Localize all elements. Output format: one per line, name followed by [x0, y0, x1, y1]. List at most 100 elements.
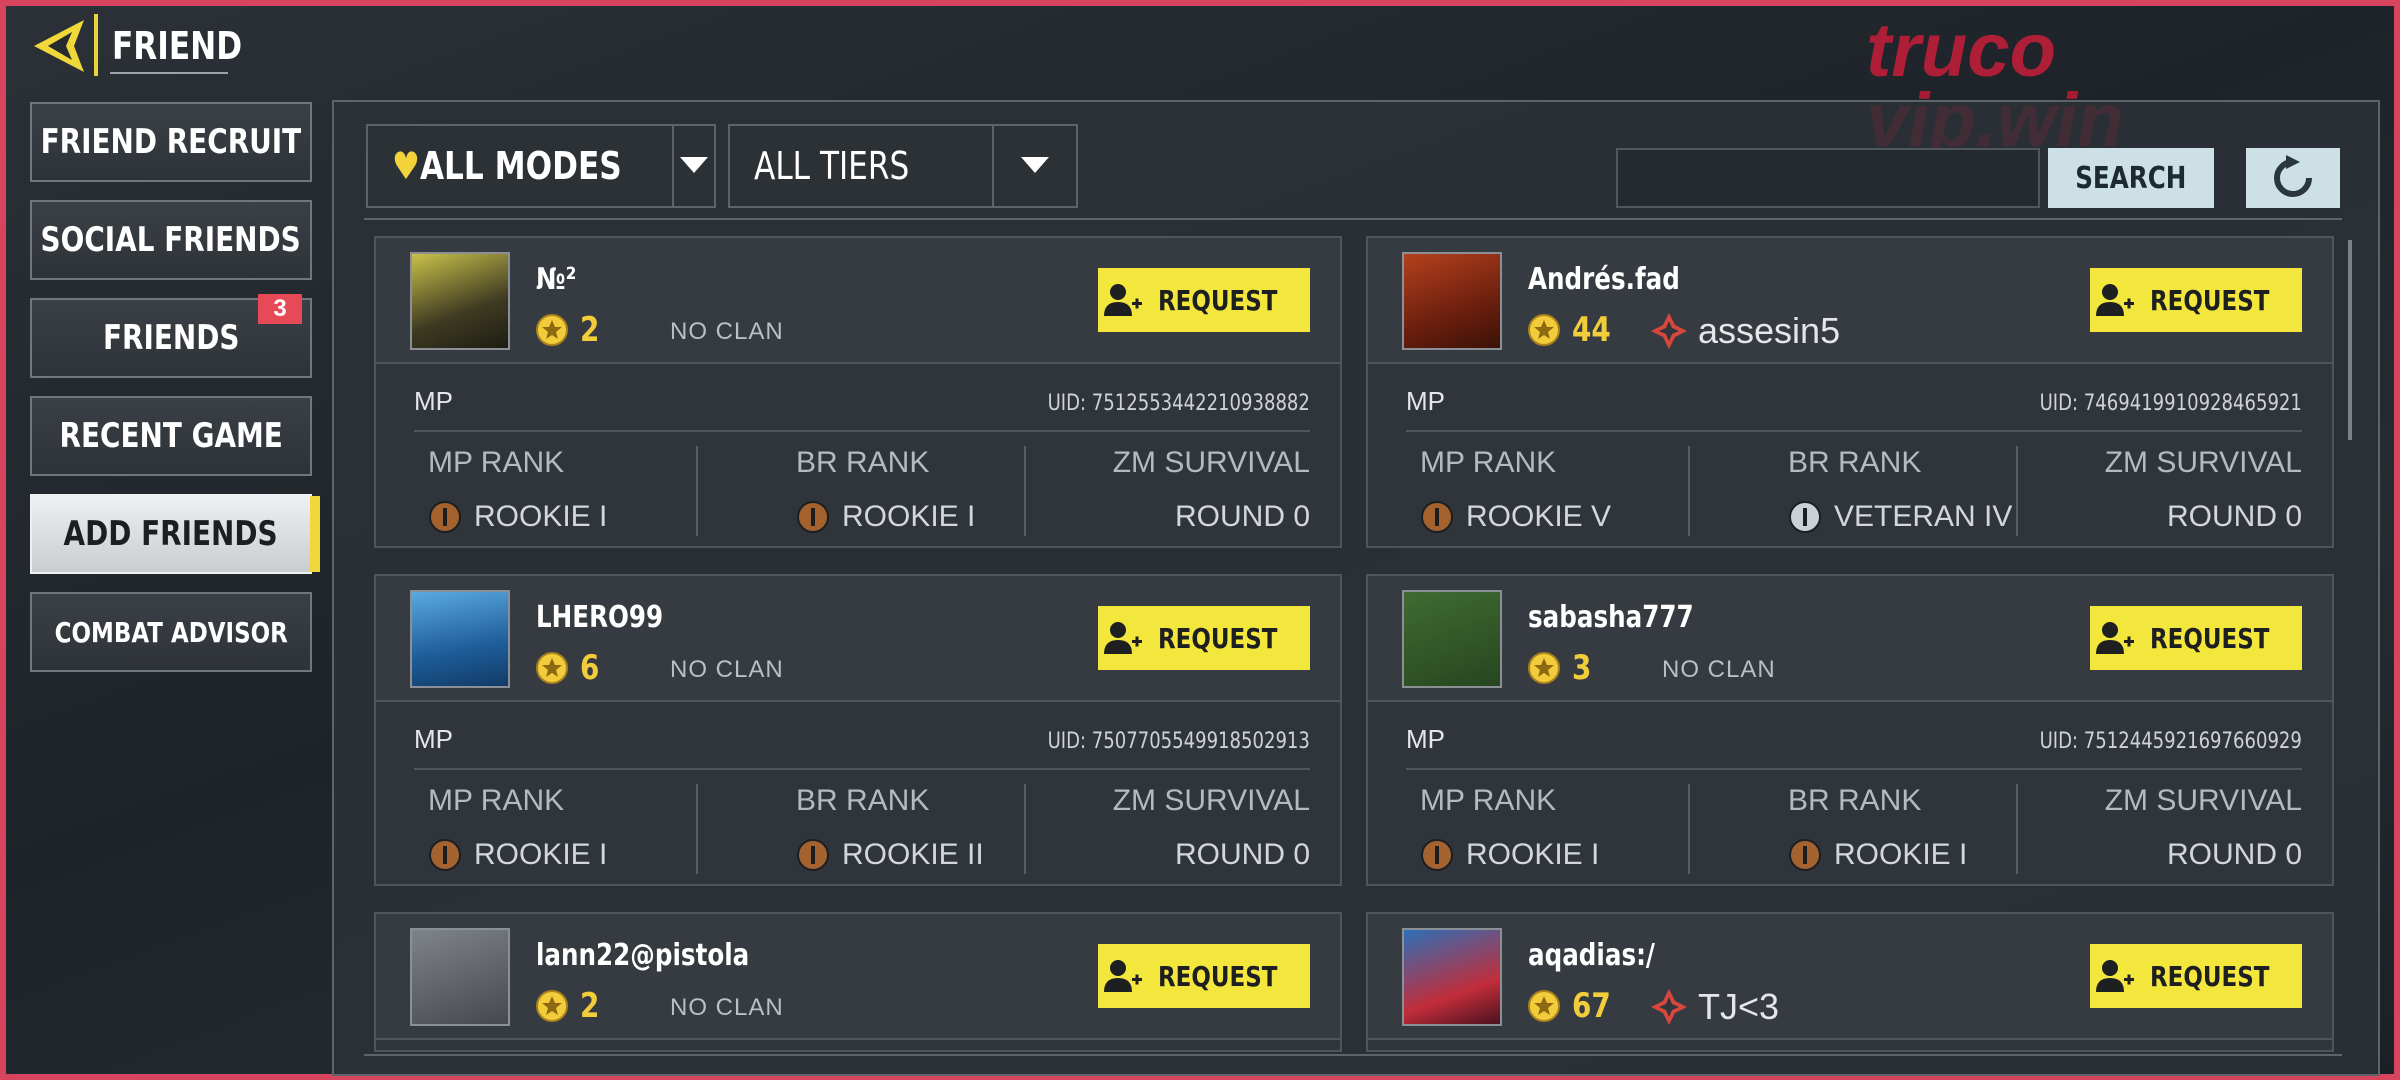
clan-tag: NO CLAN [670, 318, 784, 345]
player-level: 67 [1528, 986, 1619, 1026]
request-button[interactable]: REQUEST [1098, 944, 1310, 1008]
mp-rank-column: MP RANK ROOKIE I [1420, 784, 1600, 871]
add-user-icon [2096, 960, 2135, 992]
player-card: Andrés.fad 44 assesin5 REQUEST MP UID: 746941… [1366, 236, 2334, 548]
request-button[interactable]: REQUEST [2090, 268, 2302, 332]
mp-rank-column: MP RANK ROOKIE V [1420, 446, 1612, 533]
column-divider [1688, 446, 1690, 536]
refresh-button[interactable] [2246, 148, 2340, 208]
player-level: 2 [536, 986, 604, 1026]
player-name: aqadias:/ [1528, 938, 1655, 973]
player-card: aqadias:/ 67 TJ<3 REQUEST [1366, 912, 2334, 1052]
zm-survival-column: ZM SURVIVAL ROUND 0 [1112, 446, 1310, 533]
clan-tag: NO CLAN [670, 656, 784, 683]
tiers-dropdown[interactable]: ALL TIERS [728, 124, 1078, 208]
avatar[interactable] [1402, 590, 1502, 688]
level-star-icon [536, 652, 568, 684]
player-card-header: LHERO99 6 NO CLAN REQUEST [376, 576, 1340, 702]
avatar[interactable] [410, 252, 510, 350]
player-card: №² 2 NO CLAN REQUEST MP UID: 7512553442210938… [374, 236, 1342, 548]
player-uid: UID: 7512553442210938882 [1047, 391, 1310, 416]
avatar[interactable] [410, 590, 510, 688]
column-divider [696, 446, 698, 536]
mode-label: MP [1406, 724, 1445, 754]
modes-dropdown[interactable]: ♥ALL MODES [366, 124, 716, 208]
refresh-icon [2274, 155, 2312, 197]
rank-emblem-icon [429, 501, 461, 533]
zm-survival-column: ZM SURVIVAL ROUND 0 [2104, 784, 2302, 871]
search-button[interactable]: SEARCH [2048, 148, 2214, 208]
request-button[interactable]: REQUEST [2090, 606, 2302, 670]
rank-emblem-icon [1789, 839, 1821, 871]
stats-divider [414, 430, 1310, 432]
column-divider [696, 784, 698, 874]
zm-survival-column: ZM SURVIVAL ROUND 0 [2104, 446, 2302, 533]
back-arrow-icon[interactable] [28, 16, 90, 76]
sidebar-item-add-friends[interactable]: ADD FRIENDS [30, 494, 320, 574]
clan-tag: NO CLAN [1662, 656, 1776, 683]
player-name: LHERO99 [536, 600, 664, 635]
br-rank-column: BR RANK VETERAN IV [1788, 446, 2013, 533]
chevron-down-icon[interactable] [992, 126, 1076, 206]
player-card-header: lann22@pistola 2 NO CLAN REQUEST [376, 914, 1340, 1040]
player-card: lann22@pistola 2 NO CLAN REQUEST [374, 912, 1342, 1052]
stats-divider [1406, 768, 2302, 770]
level-star-icon [1528, 314, 1560, 346]
search-input[interactable] [1616, 148, 2040, 208]
title-underline [110, 72, 228, 74]
column-divider [1024, 784, 1026, 874]
sidebar-item-combat-advisor[interactable]: COMBAT ADVISOR [30, 592, 312, 672]
br-rank-column: BR RANK ROOKIE II [796, 784, 984, 871]
request-button[interactable]: REQUEST [1098, 268, 1310, 332]
rank-emblem-icon [797, 501, 829, 533]
mode-label: MP [414, 724, 453, 754]
mode-label: MP [414, 386, 453, 416]
rank-emblem-icon [797, 839, 829, 871]
player-level: 2 [536, 310, 604, 350]
player-level: 44 [1528, 310, 1619, 350]
level-star-icon [1528, 652, 1560, 684]
player-card: sabasha777 3 NO CLAN REQUEST MP UID: 75124459… [1366, 574, 2334, 886]
sidebar-item-social-friends[interactable]: SOCIAL FRIENDS [30, 200, 312, 280]
heart-icon: ♥ [392, 143, 420, 188]
sidebar-item-friend-recruit[interactable]: FRIEND RECRUIT [30, 102, 312, 182]
mp-rank-column: MP RANK ROOKIE I [428, 446, 608, 533]
avatar[interactable] [410, 928, 510, 1026]
sidebar-item-recent-game[interactable]: RECENT GAME [30, 396, 312, 476]
player-stats: MP UID: 7469419910928465921 MP RANK ROOKIE … [1368, 364, 2332, 548]
request-button[interactable]: REQUEST [1098, 606, 1310, 670]
clan-tag: TJ<3 [1650, 986, 1779, 1028]
request-button[interactable]: REQUEST [2090, 944, 2302, 1008]
sidebar-item-friends[interactable]: FRIENDS 3 [30, 294, 312, 378]
player-stats: MP UID: 7507705549918502913 MP RANK ROOKIE … [376, 702, 1340, 886]
list-bottom-divider [364, 1054, 2342, 1056]
br-rank-column: BR RANK ROOKIE I [1788, 784, 1968, 871]
rank-emblem-icon [1421, 839, 1453, 871]
player-card-header: Andrés.fad 44 assesin5 REQUEST [1368, 238, 2332, 364]
clan-emblem-icon [1651, 989, 1687, 1025]
scrollbar[interactable] [2348, 240, 2352, 440]
page-title: FRIEND [112, 24, 243, 68]
clan-tag: NO CLAN [670, 994, 784, 1021]
level-star-icon [1528, 990, 1560, 1022]
player-stats: MP UID: 7512445921697660929 MP RANK ROOKIE … [1368, 702, 2332, 886]
br-rank-column: BR RANK ROOKIE I [796, 446, 976, 533]
toolbar-divider [364, 218, 2342, 220]
mode-label: MP [1406, 386, 1445, 416]
player-name: №² [536, 262, 577, 297]
avatar[interactable] [1402, 252, 1502, 350]
chevron-down-icon[interactable] [672, 126, 714, 206]
add-user-icon [1104, 284, 1143, 316]
header-separator [94, 14, 98, 76]
column-divider [1688, 784, 1690, 874]
zm-survival-column: ZM SURVIVAL ROUND 0 [1112, 784, 1310, 871]
column-divider [1024, 446, 1026, 536]
clan-tag: assesin5 [1650, 310, 1840, 352]
player-uid: UID: 7507705549918502913 [1047, 729, 1310, 754]
player-card: LHERO99 6 NO CLAN REQUEST MP UID: 75077055499… [374, 574, 1342, 886]
rank-emblem-icon [1421, 501, 1453, 533]
level-star-icon [536, 990, 568, 1022]
player-stats: MP UID: 7512553442210938882 MP RANK ROOKIE … [376, 364, 1340, 548]
avatar[interactable] [1402, 928, 1502, 1026]
player-card-header: aqadias:/ 67 TJ<3 REQUEST [1368, 914, 2332, 1040]
